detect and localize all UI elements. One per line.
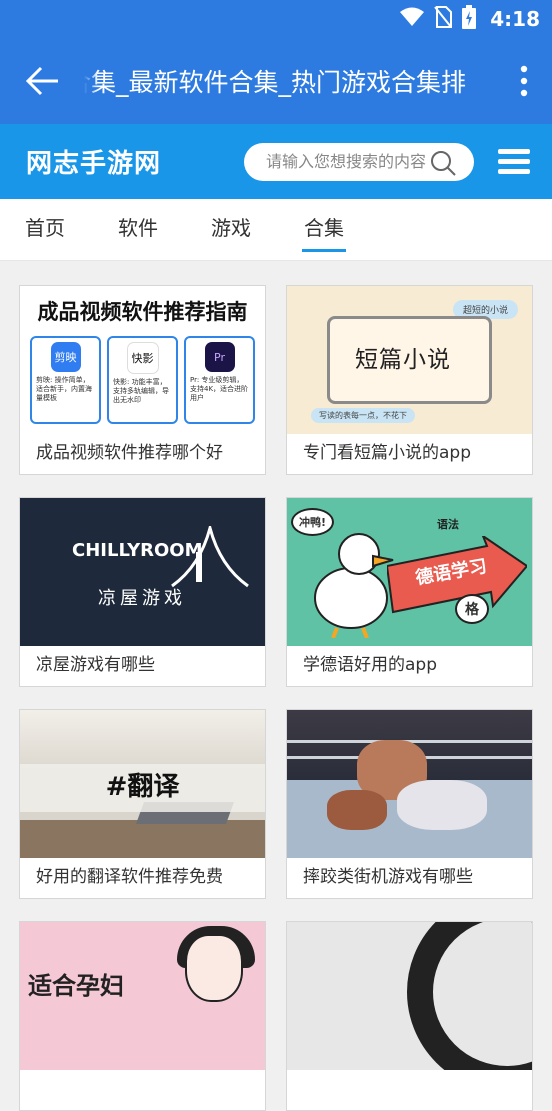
menu-bar-3	[498, 169, 530, 174]
thumb-headline: 成品视频软件推荐指南	[37, 300, 248, 324]
battery-charging-icon	[462, 5, 477, 33]
card-caption: 成品视频软件推荐哪个好	[36, 443, 223, 463]
card-caption	[20, 1070, 265, 1110]
thumb-grammar: 语法	[437, 518, 459, 531]
thumb-title: 短篇小说	[355, 347, 451, 373]
chillyroom-logo: CHILLYROOM	[72, 540, 203, 561]
collection-card[interactable]: #翻译 好用的翻译软件推荐免费	[19, 709, 266, 899]
tab-home[interactable]: 首页	[25, 199, 65, 261]
wrestler-figure	[327, 790, 387, 830]
card-thumbnail: CHILLYROOM 凉屋游戏	[20, 498, 265, 646]
tab-collections[interactable]: 合集	[302, 199, 346, 261]
app-tile: 快影 快影: 功能丰富，支持多轨编辑，导出无水印	[107, 336, 178, 424]
card-thumbnail: 超短的小说 短篇小说 写读的表每一点，不花下	[287, 286, 532, 434]
status-bar: 4:18	[0, 0, 552, 38]
duck-illustration	[314, 533, 394, 638]
collection-card[interactable]: 成品视频软件推荐指南 剪映 剪映: 操作简单，适合新手，内置海量模板 快影 快影…	[19, 285, 266, 475]
card-thumbnail: 成品视频软件推荐指南 剪映 剪映: 操作简单，适合新手，内置海量模板 快影 快影…	[20, 286, 265, 434]
tab-software[interactable]: 软件	[118, 199, 158, 261]
premiere-icon: Pr	[204, 342, 235, 372]
arrow-left-icon	[25, 66, 58, 96]
search-box[interactable]	[244, 142, 474, 181]
kuaiying-icon: 快影	[126, 342, 159, 374]
speech-bubble: 冲鸭!	[291, 508, 335, 536]
card-thumbnail	[287, 710, 532, 858]
app-desc: 剪映: 操作简单，适合新手，内置海量模板	[36, 376, 92, 402]
tab-games[interactable]: 游戏	[211, 199, 251, 261]
app-desc: 快影: 功能丰富，支持多轨编辑，导出无水印	[113, 378, 169, 404]
more-vertical-icon	[520, 65, 528, 97]
card-caption: 好用的翻译软件推荐免费	[36, 867, 223, 887]
card-caption: 凉屋游戏有哪些	[36, 655, 155, 675]
chillyroom-cn: 凉屋游戏	[98, 588, 186, 609]
desk	[20, 820, 265, 858]
search-icon[interactable]	[430, 150, 456, 176]
card-thumbnail: 适合孕妇	[20, 922, 265, 1070]
jianying-icon: 剪映	[50, 342, 81, 372]
card-thumbnail: 冲鸭! 语法 德语学习 格	[287, 498, 532, 646]
back-button[interactable]	[0, 38, 84, 124]
card-caption: 学德语好用的app	[303, 655, 437, 675]
thumb-note: 写读的表每一点，不花下	[311, 408, 415, 423]
menu-bar-1	[498, 149, 530, 154]
collection-card[interactable]: 适合孕妇	[19, 921, 266, 1111]
card-caption: 摔跤类街机游戏有哪些	[303, 867, 473, 887]
site-header: 网志手游网	[0, 124, 552, 199]
card-thumbnail	[287, 922, 532, 1070]
category-tabs: 首页 软件 游戏 合集	[0, 199, 552, 261]
app-tiles: 剪映 剪映: 操作简单，适合新手，内置海量模板 快影 快影: 功能丰富，支持多轨…	[20, 326, 265, 424]
collection-card[interactable]: CHILLYROOM 凉屋游戏 凉屋游戏有哪些	[19, 497, 266, 687]
thumb-ge: 格	[455, 594, 489, 624]
site-logo[interactable]: 网志手游网	[26, 143, 244, 180]
thumb-tag: #翻译	[105, 772, 180, 802]
no-sim-icon	[434, 6, 453, 32]
wrestler-figure	[397, 780, 487, 830]
collection-card[interactable]: 摔跤类街机游戏有哪些	[286, 709, 533, 899]
app-desc: Pr: 专业级剪辑，支持4K，适合进阶用户	[190, 376, 249, 402]
collection-card[interactable]: 超短的小说 短篇小说 写读的表每一点，不花下 专门看短篇小说的app	[286, 285, 533, 475]
collection-card[interactable]: 冲鸭! 语法 德语学习 格 学德语好用的app	[286, 497, 533, 687]
film-reel-icon	[407, 922, 532, 1070]
page-title: 合集_最新软件合集_热门游戏合集排	[84, 63, 496, 99]
app-bar: 合集_最新软件合集_热门游戏合集排	[0, 38, 552, 124]
more-options-button[interactable]	[496, 38, 552, 124]
app-tile: Pr Pr: 专业级剪辑，支持4K，适合进阶用户	[184, 336, 255, 424]
face-illustration	[185, 934, 243, 1002]
page-title-text: 合集_最新软件合集_热门游戏合集排	[84, 68, 467, 97]
thumb-title: 适合孕妇	[28, 972, 124, 1000]
app-tile: 剪映 剪映: 操作简单，适合新手，内置海量模板	[30, 336, 101, 424]
status-time: 4:18	[490, 7, 540, 31]
wifi-icon	[400, 7, 425, 31]
search-input[interactable]	[266, 152, 426, 171]
card-caption	[287, 1070, 532, 1110]
collection-card[interactable]	[286, 921, 533, 1111]
card-caption: 专门看短篇小说的app	[303, 443, 471, 463]
collection-grid: 成品视频软件推荐指南 剪映 剪映: 操作简单，适合新手，内置海量模板 快影 快影…	[0, 261, 552, 1111]
menu-button[interactable]	[498, 149, 530, 174]
card-thumbnail: #翻译	[20, 710, 265, 858]
menu-bar-2	[498, 159, 530, 164]
